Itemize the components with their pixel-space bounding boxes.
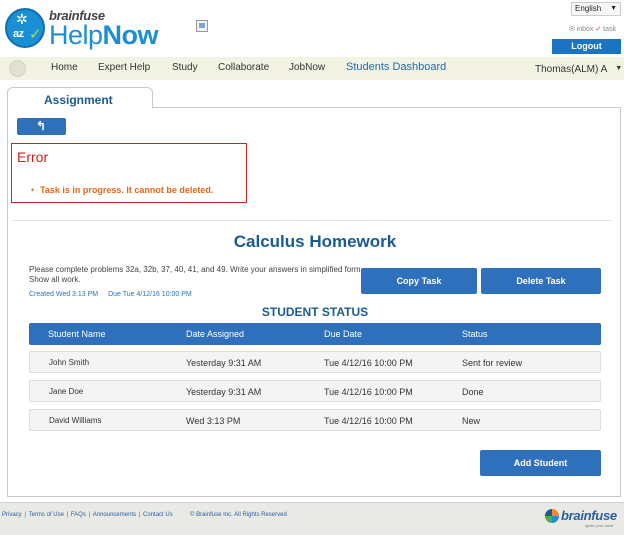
table-header: Student Name Date Assigned Due Date Stat… — [29, 323, 601, 345]
logout-button[interactable]: Logout — [552, 39, 621, 54]
copy-task-button[interactable]: Copy Task — [361, 268, 477, 294]
footer-copyright: © Brainfuse Inc. All Rights Reserved — [190, 512, 287, 518]
nav-item-collaborate[interactable]: Collaborate — [218, 62, 269, 73]
logo-badge-icon: ✲ az ✓ — [5, 8, 45, 48]
column-header-status[interactable]: Status — [462, 329, 488, 339]
language-value: English — [575, 4, 602, 13]
divider — [13, 220, 611, 221]
cell-status: Sent for review — [462, 358, 523, 368]
task-meta: Created Wed 3:13 PM Due Tue 4/12/16 10:0… — [29, 291, 200, 298]
panel-top-border — [152, 107, 621, 108]
header: ✲ az ✓ brainfuse HelpNow English ▼ ✉ inb… — [0, 0, 624, 57]
footer-logo-tagline: ignite your mind — [585, 523, 614, 528]
cell-date-assigned: Yesterday 9:31 AM — [186, 358, 262, 368]
back-arrow-icon: ↰ — [36, 119, 47, 133]
brainfuse-footer-logo[interactable]: brainfuse ignite your mind — [545, 508, 621, 530]
globe-icon — [9, 60, 26, 77]
cell-status: Done — [462, 387, 484, 397]
table-row[interactable]: David Williams Wed 3:13 PM Tue 4/12/16 1… — [29, 409, 601, 431]
student-status-title: STUDENT STATUS — [261, 305, 369, 319]
cell-date-assigned: Wed 3:13 PM — [186, 416, 241, 426]
tab-assignment-label: Assignment — [44, 93, 113, 107]
nav-item-home[interactable]: Home — [51, 62, 78, 73]
nav-item-students-dashboard[interactable]: Students Dashboard — [346, 61, 446, 73]
footer-link-terms[interactable]: Terms of Use — [29, 512, 64, 518]
chevron-down-icon: ▼ — [610, 5, 617, 12]
brainfuse-logo-icon — [545, 509, 559, 523]
task-due: Due Tue 4/12/16 10:00 PM — [108, 291, 192, 298]
inbox-task-links: ✉ inbox ✓ task — [569, 25, 616, 33]
task-link[interactable]: task — [603, 26, 616, 33]
cell-date-assigned: Yesterday 9:31 AM — [186, 387, 262, 397]
error-box: Error • Task is in progress. It cannot b… — [11, 143, 247, 203]
footer-logo-word: brainfuse — [561, 508, 617, 523]
task-description: Please complete problems 32a, 32b, 37, 4… — [29, 265, 363, 284]
language-select[interactable]: English ▼ — [571, 2, 621, 16]
broken-image-icon — [196, 20, 208, 32]
bullet-icon: • — [31, 185, 35, 195]
nav-item-study[interactable]: Study — [172, 62, 198, 73]
footer-link-faqs[interactable]: FAQs — [71, 512, 86, 518]
error-message: Task is in progress. It cannot be delete… — [40, 185, 214, 195]
task-check-icon: ✓ — [595, 26, 602, 33]
footer: Privacy | Terms of Use | FAQs | Announce… — [0, 502, 624, 535]
user-menu[interactable]: Thomas(ALM) A ▼ — [535, 64, 622, 75]
tab-assignment[interactable]: Assignment — [7, 87, 153, 108]
footer-links: Privacy | Terms of Use | FAQs | Announce… — [2, 512, 173, 518]
inbox-link[interactable]: inbox — [577, 26, 594, 33]
cell-student-name: Jane Doe — [49, 387, 84, 396]
cell-status: New — [462, 416, 481, 426]
main-nav: Home Expert Help Study Collaborate JobNo… — [0, 57, 624, 80]
inbox-icon[interactable]: ✉ — [569, 26, 575, 33]
column-header-date-assigned[interactable]: Date Assigned — [186, 329, 244, 339]
cell-due-date: Tue 4/12/16 10:00 PM — [324, 387, 413, 397]
column-header-due-date[interactable]: Due Date — [324, 329, 362, 339]
nav-item-jobnow[interactable]: JobNow — [289, 62, 325, 73]
cell-due-date: Tue 4/12/16 10:00 PM — [324, 358, 413, 368]
footer-link-privacy[interactable]: Privacy — [2, 512, 22, 518]
helpnow-logo[interactable]: ✲ az ✓ brainfuse HelpNow — [5, 8, 165, 50]
back-button[interactable]: ↰ — [17, 118, 66, 135]
user-name: Thomas(ALM) A — [535, 64, 608, 75]
task-created: Created Wed 3:13 PM — [29, 291, 99, 298]
cell-student-name: David Williams — [49, 416, 102, 425]
table-row[interactable]: Jane Doe Yesterday 9:31 AM Tue 4/12/16 1… — [29, 380, 601, 402]
nav-item-expert-help[interactable]: Expert Help — [98, 62, 150, 73]
chevron-down-icon: ▼ — [615, 65, 623, 72]
footer-link-contact[interactable]: Contact Us — [143, 512, 173, 518]
cell-due-date: Tue 4/12/16 10:00 PM — [324, 416, 413, 426]
delete-task-button[interactable]: Delete Task — [481, 268, 601, 294]
error-title: Error — [17, 149, 49, 165]
table-row[interactable]: John Smith Yesterday 9:31 AM Tue 4/12/16… — [29, 351, 601, 373]
logo-product-text: HelpNow — [49, 20, 159, 50]
cell-student-name: John Smith — [49, 358, 90, 367]
column-header-student-name[interactable]: Student Name — [48, 329, 106, 339]
footer-link-announcements[interactable]: Announcements — [93, 512, 136, 518]
task-title: Calculus Homework — [233, 232, 397, 251]
add-student-button[interactable]: Add Student — [480, 450, 601, 476]
